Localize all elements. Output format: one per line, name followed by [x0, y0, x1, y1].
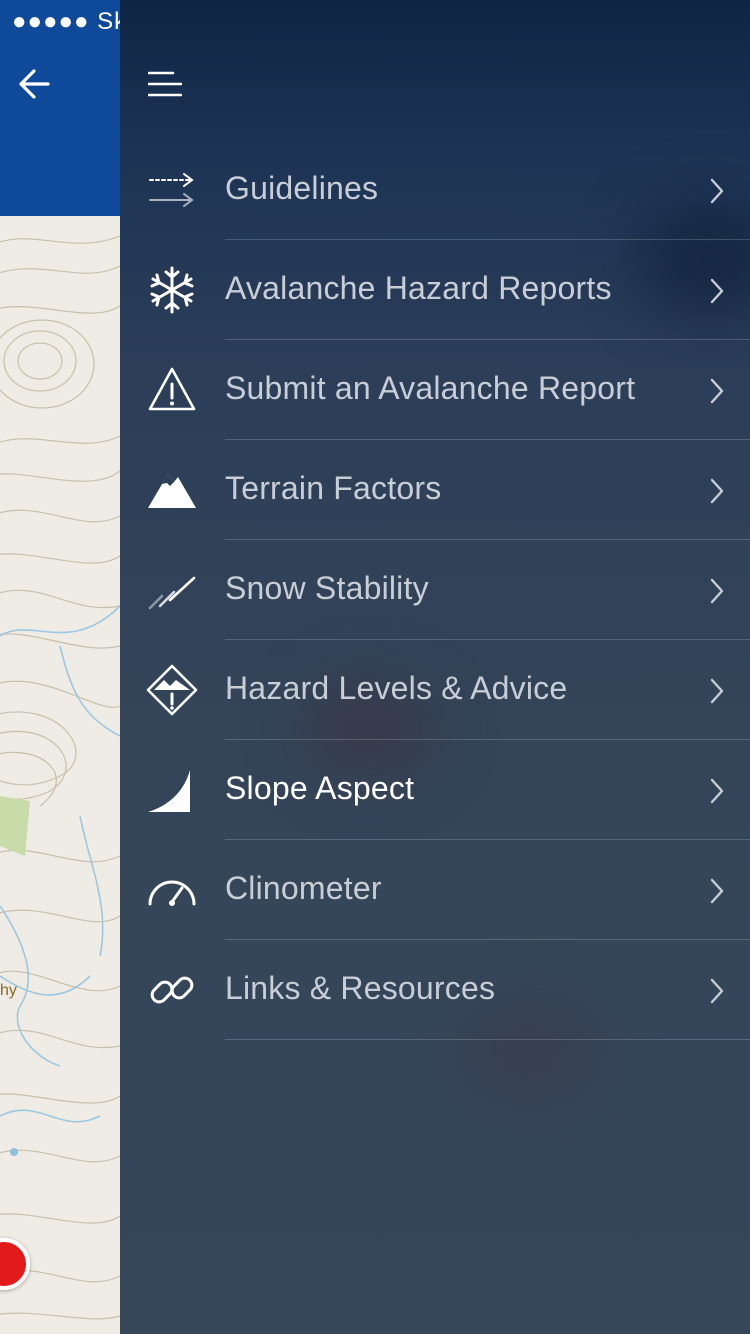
status-bar: ●●●●● Sk: [12, 8, 127, 36]
menu-item-guidelines[interactable]: Guidelines: [120, 140, 750, 240]
menu-item-label: Snow Stability: [225, 570, 429, 606]
mountain-icon: [146, 464, 198, 516]
gauge-icon: [146, 864, 198, 916]
snowflake-icon: [146, 264, 198, 316]
arrow-left-icon: [19, 69, 50, 99]
back-button[interactable]: [16, 64, 56, 104]
chevron-right-icon: [710, 478, 724, 504]
chevron-right-icon: [710, 278, 724, 304]
snow-stability-icon: [146, 564, 198, 616]
menu-item-label: Clinometer: [225, 870, 382, 906]
menu-item-label: Guidelines: [225, 170, 379, 206]
menu-item-avalanche-hazard-reports[interactable]: Avalanche Hazard Reports: [120, 240, 750, 340]
menu-item-label: Slope Aspect: [225, 770, 415, 806]
menu-toggle-button[interactable]: [147, 70, 183, 98]
menu-item-label: Avalanche Hazard Reports: [225, 270, 612, 306]
menu-item-links-resources[interactable]: Links & Resources: [120, 940, 750, 1040]
guidelines-arrows-icon: [146, 164, 198, 216]
menu-item-label: Terrain Factors: [225, 470, 442, 506]
menu-item-label: Links & Resources: [225, 970, 496, 1006]
menu-item-snow-stability[interactable]: Snow Stability: [120, 540, 750, 640]
menu-item-hazard-levels-advice[interactable]: Hazard Levels & Advice: [120, 640, 750, 740]
main-menu: Guidelines Avalanche Hazard Reports Subm…: [120, 140, 750, 1040]
menu-item-clinometer[interactable]: Clinometer: [120, 840, 750, 940]
chevron-right-icon: [710, 178, 724, 204]
chevron-right-icon: [710, 578, 724, 604]
menu-divider: [225, 1039, 750, 1040]
slope-icon: [146, 764, 198, 816]
navigation-drawer: Guidelines Avalanche Hazard Reports Subm…: [120, 0, 750, 1334]
chevron-right-icon: [710, 378, 724, 404]
chevron-right-icon: [710, 678, 724, 704]
menu-item-label: Submit an Avalanche Report: [225, 370, 636, 406]
chevron-right-icon: [710, 978, 724, 1004]
signal-strength: ●●●●●: [12, 8, 90, 35]
menu-item-terrain-factors[interactable]: Terrain Factors: [120, 440, 750, 540]
warning-triangle-icon: [146, 364, 198, 416]
link-icon: [146, 964, 198, 1016]
chevron-right-icon: [710, 878, 724, 904]
map-place-label: hy: [0, 982, 17, 999]
menu-item-submit-avalanche-report[interactable]: Submit an Avalanche Report: [120, 340, 750, 440]
hazard-diamond-icon: [146, 664, 198, 716]
contour-lines: [0, 235, 120, 1320]
menu-item-slope-aspect[interactable]: Slope Aspect: [120, 740, 750, 840]
menu-item-label: Hazard Levels & Advice: [225, 670, 568, 706]
chevron-right-icon: [710, 778, 724, 804]
hamburger-icon: [147, 71, 183, 97]
